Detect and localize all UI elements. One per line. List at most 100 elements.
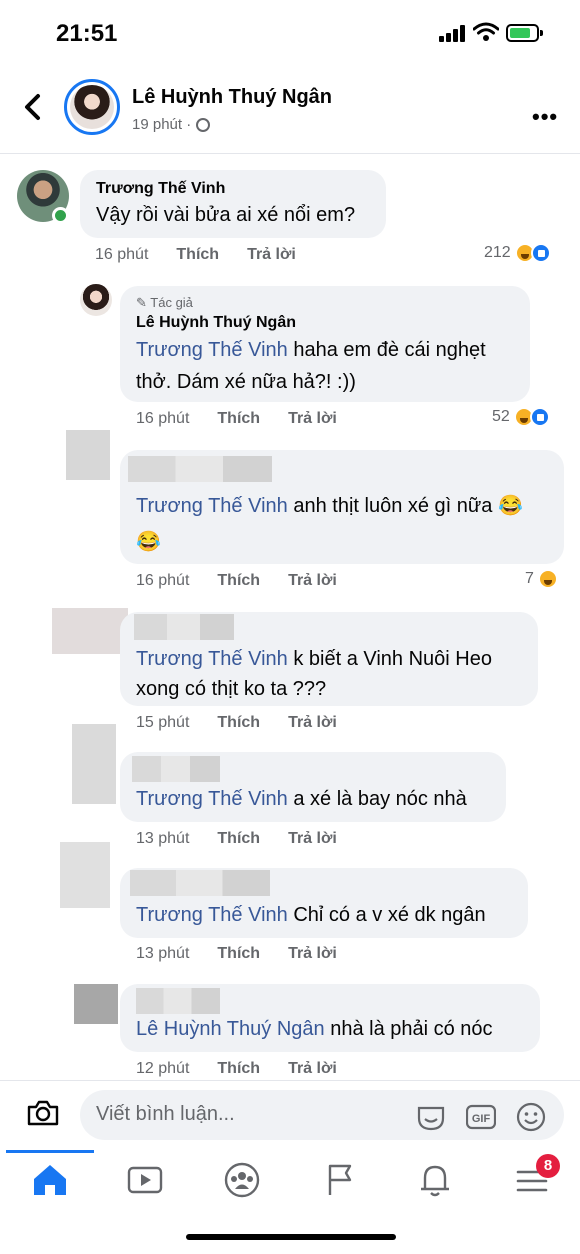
reaction-summary[interactable]: 7: [525, 569, 558, 589]
comment-time: 16 phút: [95, 246, 149, 263]
comment-time: 12 phút: [136, 1060, 190, 1077]
notification-badge: 8: [536, 1154, 560, 1178]
reply-button[interactable]: Trả lời: [288, 410, 337, 428]
comment-body: Chỉ có a v xé dk ngân: [287, 904, 486, 926]
comment-bubble[interactable]: ✎ Tác giả Lê Huỳnh Thuý Ngân Trương Thế …: [120, 286, 530, 402]
blurred-author-name: [134, 614, 234, 640]
comment-text: Trương Thế Vinh Chỉ có a v xé dk ngân: [136, 900, 512, 930]
comment-time: 16 phút: [136, 572, 190, 589]
comment-time: 16 phút: [136, 410, 190, 427]
comment-text: Trương Thế Vinh k biết a Vinh Nuôi Heo x…: [136, 644, 522, 704]
reply-button[interactable]: Trả lời: [288, 830, 337, 848]
post-header: Lê Huỳnh Thuý Ngân 19 phút · •••: [0, 64, 580, 154]
comment-body: nhà là phải có nóc: [324, 1018, 493, 1040]
status-bar: 21:51: [0, 0, 580, 64]
home-indicator: [186, 1234, 396, 1240]
mention-link[interactable]: Trương Thế Vinh: [136, 788, 288, 810]
bottom-nav: 8: [0, 1150, 580, 1214]
comment-text: Vậy rồi vài bửa ai xé nổi em?: [96, 204, 356, 226]
like-button[interactable]: Thích: [176, 246, 219, 264]
like-button[interactable]: Thích: [217, 1060, 260, 1078]
author-tag: ✎ Tác giả: [136, 295, 193, 310]
comment-text: Trương Thế Vinh a xé là bay nóc nhà: [136, 784, 490, 814]
like-button[interactable]: Thích: [217, 572, 260, 590]
comment-time: 13 phút: [136, 830, 190, 847]
signal-icon: [439, 25, 467, 42]
sticker-icon[interactable]: [416, 1102, 446, 1132]
reaction-count: 52: [492, 408, 510, 425]
back-arrow-icon[interactable]: [20, 92, 48, 122]
reaction-count: 212: [484, 244, 511, 261]
like-button[interactable]: Thích: [217, 830, 260, 848]
wifi-icon: [473, 22, 499, 41]
comment-body: anh thịt luôn xé gì nữa: [287, 495, 493, 517]
comment-actions: 16 phút Thích Trả lời: [136, 572, 337, 590]
comment-text: Trương Thế Vinh anh thịt luôn xé gì nữa …: [136, 495, 523, 553]
mention-link[interactable]: Trương Thế Vinh: [136, 339, 288, 361]
groups-icon[interactable]: [222, 1162, 262, 1198]
blurred-author-name: [132, 756, 220, 782]
battery-icon: [506, 24, 543, 42]
like-reaction-icon: [529, 407, 550, 427]
comment-time: 15 phút: [136, 714, 190, 731]
comment-text: Lê Huỳnh Thuý Ngân nhà là phải có nóc: [136, 1014, 524, 1044]
mention-link[interactable]: Trương Thế Vinh: [136, 904, 288, 926]
comment-bubble[interactable]: Trương Thế Vinh Vậy rồi vài bửa ai xé nổ…: [80, 170, 386, 238]
comment-actions: 13 phút Thích Trả lời: [136, 945, 337, 963]
svg-text:GIF: GIF: [472, 1113, 491, 1125]
reply-button[interactable]: Trả lời: [288, 1060, 337, 1078]
pages-flag-icon[interactable]: [320, 1162, 360, 1198]
comment-body: a xé là bay nóc nhà: [287, 788, 467, 810]
emoji-icon[interactable]: [516, 1102, 546, 1132]
reaction-summary[interactable]: 212: [484, 243, 551, 263]
like-button[interactable]: Thích: [217, 945, 260, 963]
blurred-author-name: [130, 870, 270, 896]
blurred-avatar: [66, 430, 110, 480]
camera-icon[interactable]: [26, 1099, 60, 1127]
status-time: 21:51: [56, 20, 118, 47]
reaction-summary[interactable]: 52: [492, 407, 550, 427]
blurred-author-name: [136, 988, 220, 1014]
more-options-icon[interactable]: •••: [532, 104, 558, 130]
author-name[interactable]: Lê Huỳnh Thuý Ngân: [132, 86, 332, 109]
avatar[interactable]: [80, 284, 112, 316]
author-avatar[interactable]: [64, 79, 120, 135]
comment-actions: 15 phút Thích Trả lời: [136, 714, 337, 732]
like-button[interactable]: Thích: [217, 714, 260, 732]
reply-button[interactable]: Trả lời: [288, 945, 337, 963]
reply-button[interactable]: Trả lời: [288, 714, 337, 732]
blurred-avatar: [72, 724, 116, 804]
comment-placeholder: Viết bình luận...: [96, 1103, 235, 1125]
comment-actions: 16 phút Thích Trả lời: [136, 410, 337, 428]
home-icon[interactable]: [30, 1162, 70, 1198]
mention-link[interactable]: Trương Thế Vinh: [136, 495, 288, 517]
comment-author[interactable]: Lê Huỳnh Thuý Ngân: [136, 312, 514, 334]
comment-author[interactable]: Trương Thế Vinh: [96, 178, 370, 200]
mention-link[interactable]: Trương Thế Vinh: [136, 648, 288, 670]
comment-text: Trương Thế Vinh haha em đè cái nghẹt thở…: [136, 334, 514, 398]
comment-actions: 12 phút Thích Trả lời: [136, 1060, 337, 1078]
post-time: 19 phút ·: [132, 116, 192, 133]
gif-icon[interactable]: GIF: [466, 1102, 496, 1132]
video-icon[interactable]: [125, 1162, 165, 1198]
comment-actions: 13 phút Thích Trả lời: [136, 830, 337, 848]
author-tag-label: Tác giả: [150, 295, 193, 310]
haha-reaction-icon: [537, 569, 558, 589]
like-button[interactable]: Thích: [217, 410, 260, 428]
reaction-count: 7: [525, 570, 534, 587]
comment-time: 13 phút: [136, 945, 190, 962]
blurred-avatar: [52, 608, 128, 654]
globe-icon: [196, 117, 211, 132]
online-indicator: [52, 207, 69, 224]
notifications-bell-icon[interactable]: [415, 1162, 455, 1198]
blurred-author-name: [128, 456, 272, 482]
like-reaction-icon: [530, 243, 551, 263]
blurred-avatar: [60, 842, 110, 908]
reply-button[interactable]: Trả lời: [288, 572, 337, 590]
post-meta: 19 phút ·: [132, 116, 211, 133]
blurred-avatar: [74, 984, 118, 1024]
reply-button[interactable]: Trả lời: [247, 246, 296, 264]
comment-actions: 16 phút Thích Trả lời: [95, 246, 296, 264]
mention-link[interactable]: Lê Huỳnh Thuý Ngân: [136, 1018, 325, 1040]
active-tab-indicator: [6, 1150, 94, 1153]
